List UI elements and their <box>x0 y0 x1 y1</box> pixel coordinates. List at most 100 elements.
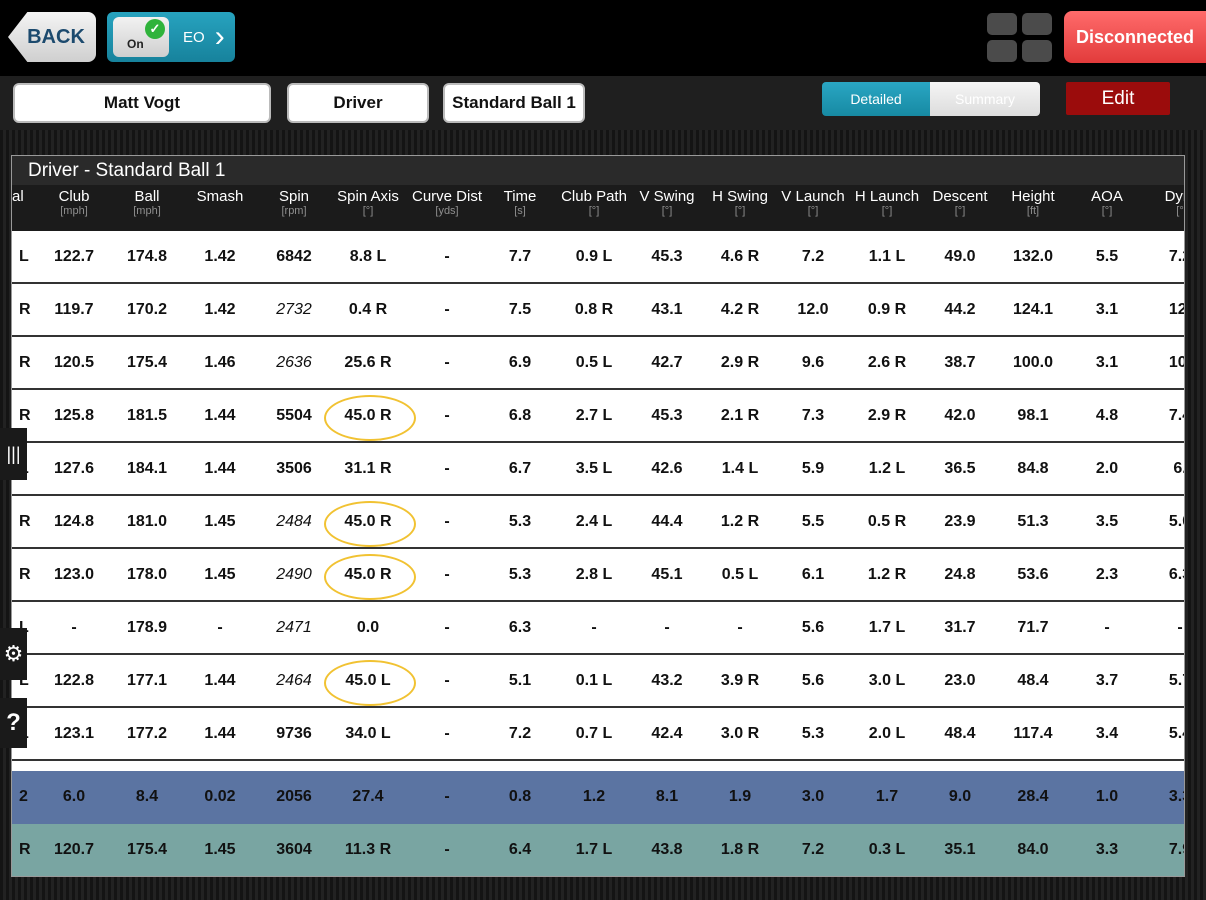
table-cell: 3.7 <box>1095 671 1119 689</box>
table-row[interactable]: R 125.8 181.5 1.44 5504 45.0 R - 6.8 2.7 L 45.3 2.… <box>12 390 1184 443</box>
table-cell: 42.6 <box>651 459 683 477</box>
table-cell: 45.1 <box>651 565 683 583</box>
table-cell: - <box>444 353 450 371</box>
table-cell: - <box>444 512 450 530</box>
table-cell: 9.0 <box>948 787 972 805</box>
column-header: Height [ft] <box>1011 188 1054 217</box>
table-cell: 38.7 <box>944 353 976 371</box>
column-name: Spin Axis <box>337 188 399 205</box>
grid-view-icon[interactable] <box>987 13 1053 63</box>
table-cell: 45.0 R <box>344 406 392 424</box>
table-row[interactable]: L 122.7 174.8 1.42 6842 8.8 L - 7.7 0.9 L 45.3 4.6… <box>12 231 1184 284</box>
ball-selector[interactable]: Standard Ball 1 <box>443 83 585 123</box>
table-cell: 1.0 <box>1095 787 1119 805</box>
table-cell: 43.8 <box>651 840 683 858</box>
table-header: al Club [mph] Ball [mph] Smash Spin [rpm] Spin A… <box>12 185 1184 231</box>
table-cell: 100.0 <box>1012 353 1054 371</box>
table-cell: 84.8 <box>1017 459 1049 477</box>
table-row[interactable]: L 122.8 177.1 1.44 2464 45.0 L -5.1 0.1 L 43.2 3.… <box>12 655 1184 708</box>
table-cell: 1.44 <box>204 459 236 477</box>
table-cell: R <box>19 353 31 371</box>
table-cell: 3.3 <box>1095 840 1119 858</box>
table-cell: 7.9 <box>1168 840 1184 858</box>
gear-icon[interactable]: ⚙ <box>0 628 27 680</box>
player-selector[interactable]: Matt Vogt <box>13 83 271 123</box>
column-unit: [ft] <box>1026 205 1040 217</box>
column-name: Club <box>58 188 90 205</box>
column-header: Club Path [°] <box>561 188 627 217</box>
table-cell: 10. <box>1168 353 1184 371</box>
table-cell: 0.02 <box>204 787 236 805</box>
table-cell: 42.4 <box>651 724 683 742</box>
tab-detailed[interactable]: Detailed <box>822 82 930 116</box>
table-row[interactable]: R 119.7 170.2 1.42 2732 0.4 R - 7.5 0.8 R 43.1 4.2… <box>12 284 1184 337</box>
table-cell: 125.8 <box>53 406 95 424</box>
table-cell: 0.9 R <box>867 300 907 318</box>
table-cell: - <box>1177 618 1183 636</box>
table-cell: 2.4 L <box>575 512 613 530</box>
column-header: al <box>12 188 24 205</box>
summary-row[interactable]: R 120.7 175.4 1.45 3604 11.3 R - 6.4 1.7 L 43.8 1.… <box>12 824 1184 876</box>
column-unit: [°] <box>807 205 819 217</box>
table-cell: 6.9 <box>508 353 532 371</box>
table-row[interactable]: R 123.0 178.0 1.45 2490 45.0 R - 5.3 2.8 L 45.1 0.… <box>12 549 1184 602</box>
table-cell: 6.1 <box>801 565 825 583</box>
table-cell: 2636 <box>276 353 312 371</box>
table-cell: 84.0 <box>1017 840 1049 858</box>
table-cell: 1.2 R <box>720 512 760 530</box>
club-selector[interactable]: Driver <box>287 83 429 123</box>
table-cell: 2.3 <box>1095 565 1119 583</box>
table-cell: 2.6 R <box>867 353 907 371</box>
table-row[interactable]: R 120.5 175.4 1.46 2636 25.6 R - 6.9 0.5 L 42.7 2.… <box>12 337 1184 390</box>
help-tab[interactable]: ? <box>0 698 27 748</box>
table-cell: 7.5 <box>508 300 532 318</box>
table-cell: 3.5 <box>1095 512 1119 530</box>
table-cell: 3.3 <box>1168 787 1184 805</box>
table-cell: 2490 <box>276 565 312 583</box>
side-menu-tab[interactable]: ||| <box>0 428 27 480</box>
table-cell: - <box>444 671 450 689</box>
eo-connection-button[interactable]: On ✓ EO › <box>107 12 235 62</box>
table-cell: - <box>71 618 77 636</box>
table-cell: 31.1 R <box>344 459 392 477</box>
column-name: Smash <box>196 188 244 205</box>
tab-summary[interactable]: Summary <box>930 82 1040 116</box>
cloud-on-icon: On ✓ <box>113 17 169 57</box>
column-name: H Launch <box>854 188 920 205</box>
table-cell: 9.6 <box>801 353 825 371</box>
summary-row[interactable]: 2 6.0 8.4 0.02 2056 27.4 - 0.8 1.2 8.1 1.9 3.0 1.7 9.… <box>12 771 1184 824</box>
disconnected-button[interactable]: Disconnected <box>1064 11 1206 63</box>
table-cell: 2464 <box>276 671 312 689</box>
table-cell: 8.4 <box>135 787 159 805</box>
table-row[interactable]: L127.6184.11.44350631.1 R-6.73.5 L42.61.… <box>12 443 1184 496</box>
table-cell: 45.0 R <box>344 565 392 583</box>
table-row[interactable]: R 124.8 181.0 1.45 2484 45.0 R - 5.3 2.4 L 44.4 1.… <box>12 496 1184 549</box>
table-cell: 12. <box>1168 300 1184 318</box>
table-row[interactable]: L123.1177.21.44973634.0 L-7.20.7 L42.43.… <box>12 708 1184 761</box>
table-cell: 1.44 <box>204 671 236 689</box>
column-name: Descent <box>932 188 988 205</box>
column-name: Spin <box>278 188 310 205</box>
edit-button[interactable]: Edit <box>1066 82 1170 115</box>
column-unit: [mph] <box>60 205 88 217</box>
table-cell: - <box>444 459 450 477</box>
table-cell: 5.3 <box>508 512 532 530</box>
table-cell: 177.1 <box>126 671 168 689</box>
table-cell: 5.1 <box>508 671 532 689</box>
column-name: Ball <box>134 188 160 205</box>
table-cell: 3604 <box>276 840 312 858</box>
table-cell: 71.7 <box>1017 618 1049 636</box>
table-cell: 2.0 <box>1095 459 1119 477</box>
table-cell: 9736 <box>276 724 312 742</box>
table-cell: R <box>19 840 31 858</box>
table-cell: 2471 <box>276 618 312 636</box>
table-cell: L <box>19 247 29 265</box>
table-cell: 5.6 <box>801 618 825 636</box>
table-cell: 5.7 <box>1168 671 1184 689</box>
table-row[interactable]: L -178.9-2471 0.0-6.3- - -5.6 1.7 L 31.7 71.7- - <box>12 602 1184 655</box>
table-cell: 2.0 L <box>868 724 906 742</box>
on-label: On <box>127 37 144 51</box>
table-cell: 4.6 R <box>720 247 760 265</box>
table-cell: - <box>217 618 223 636</box>
table-cell: 1.8 R <box>720 840 760 858</box>
